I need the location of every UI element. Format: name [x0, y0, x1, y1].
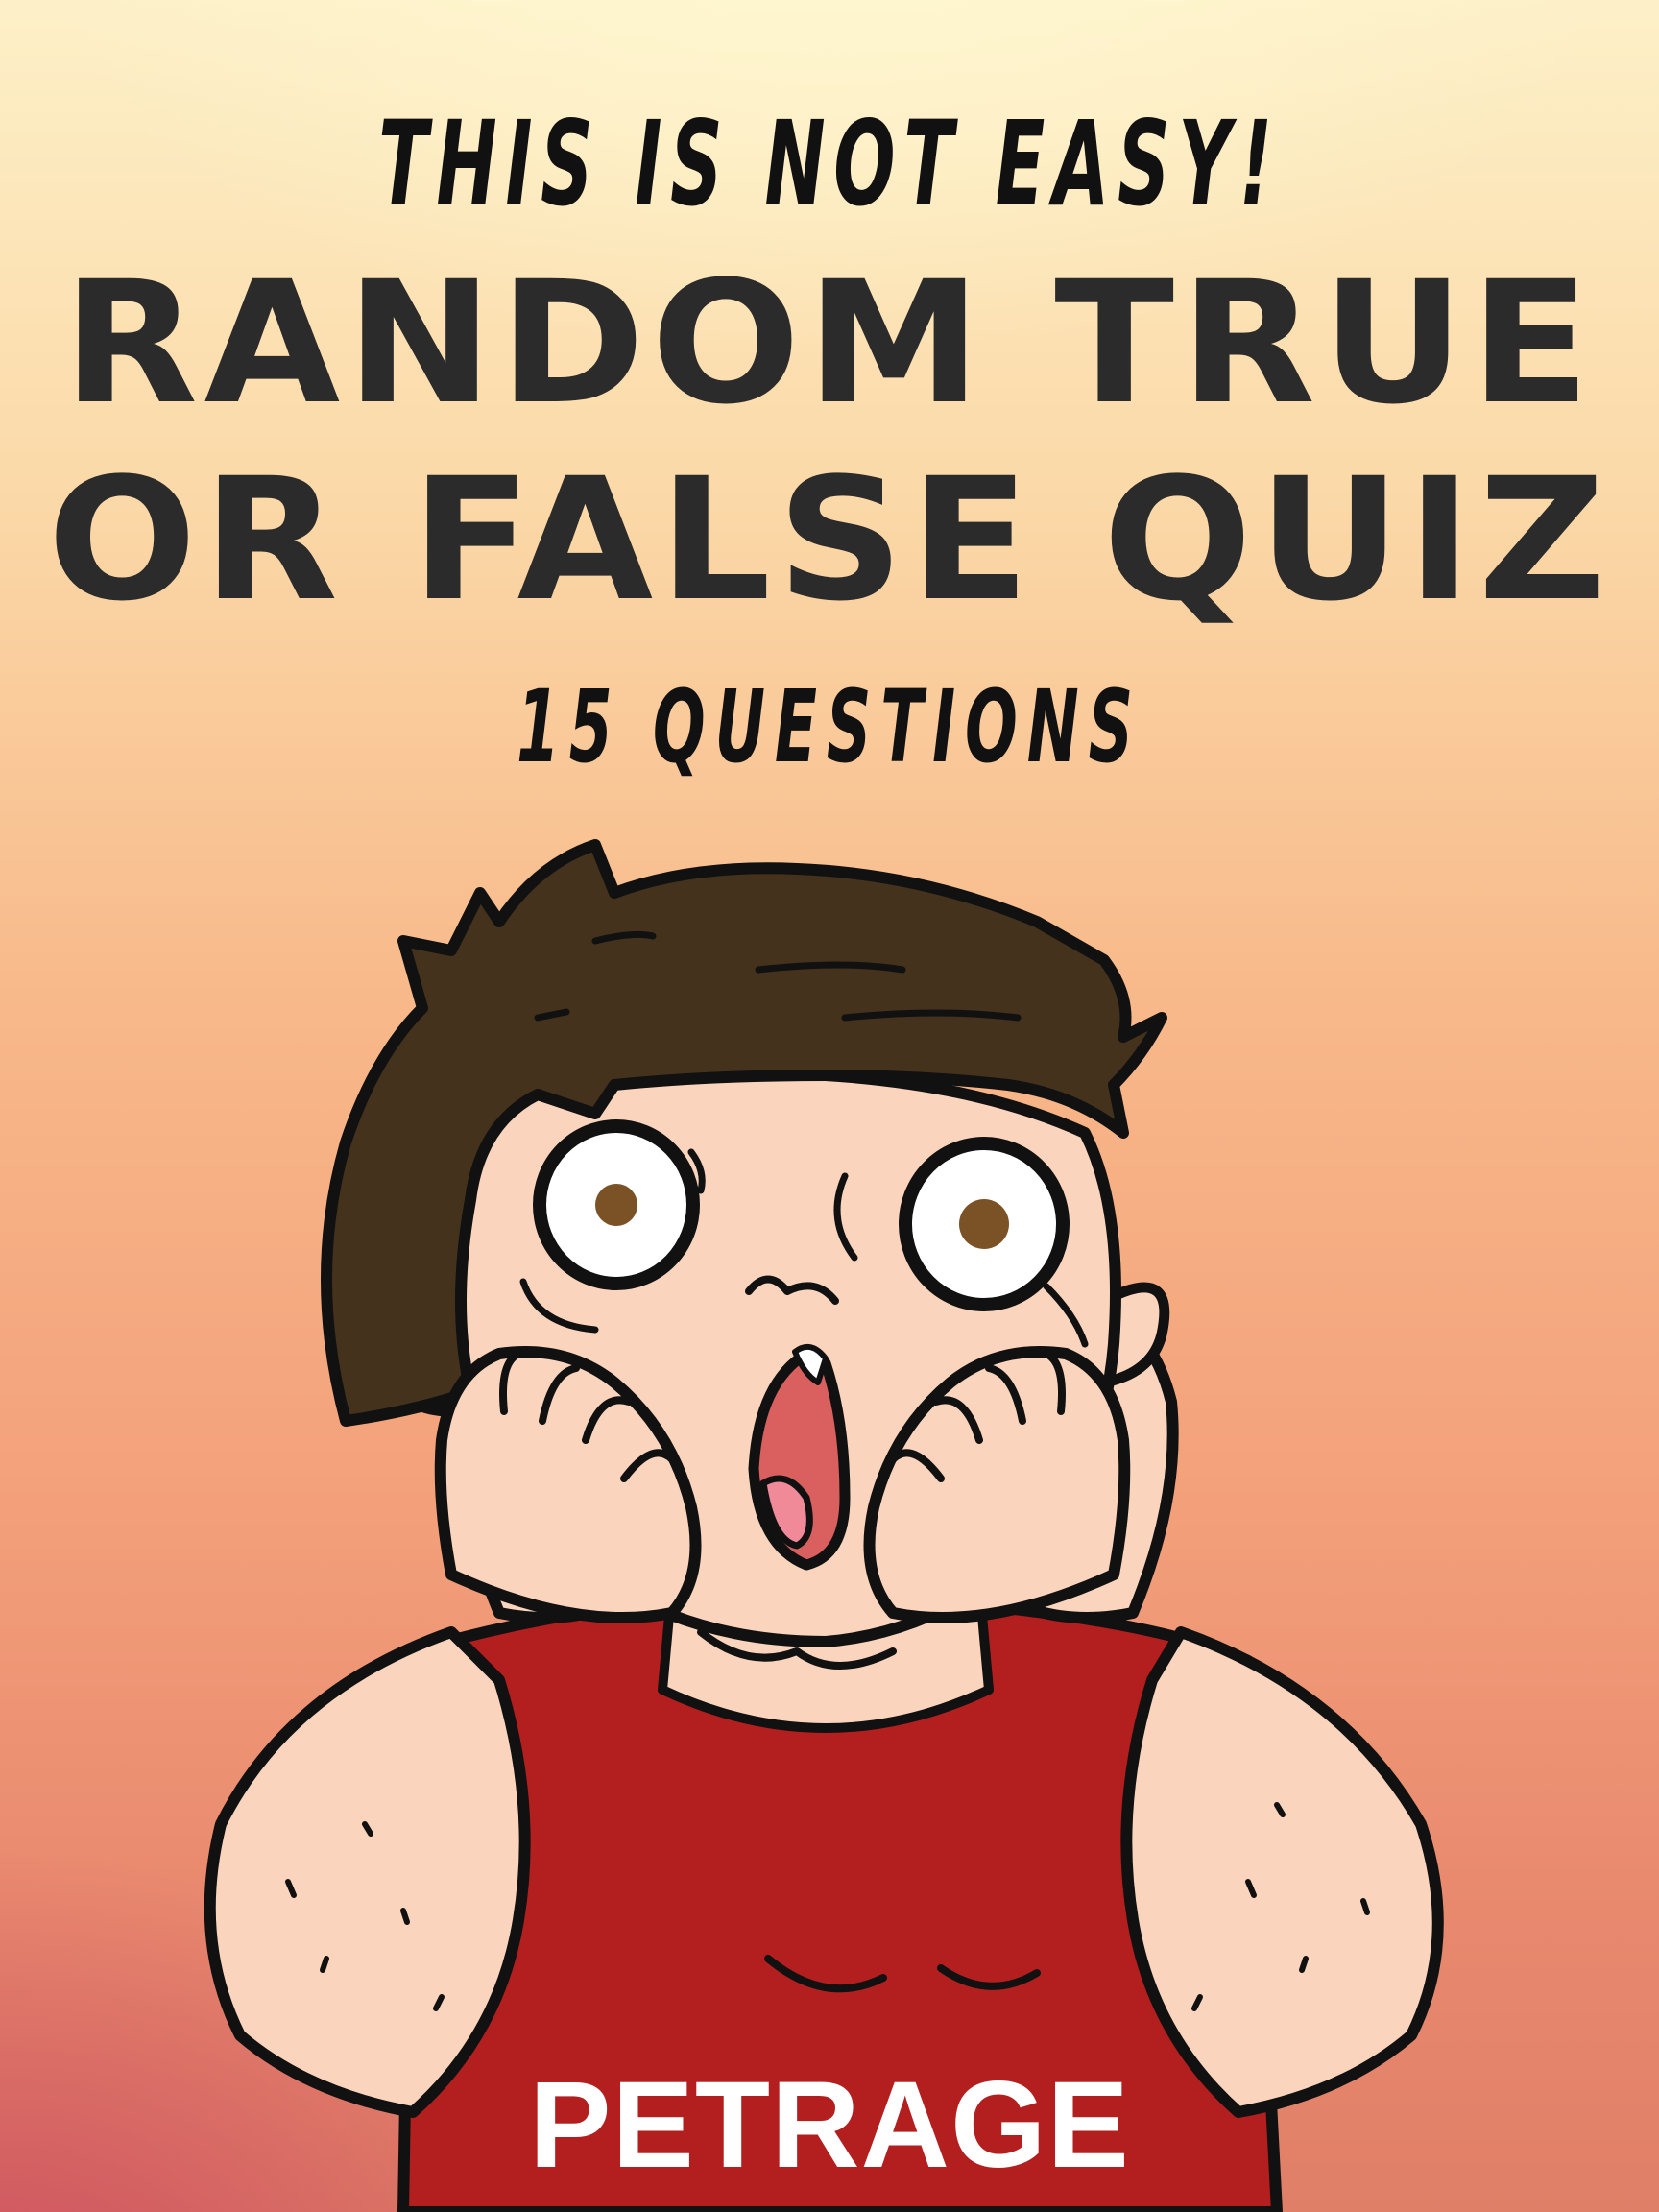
right-arm	[1120, 1626, 1444, 2118]
book-cover: THIS IS NOT EASY! RANDOM TRUE OR FALSE Q…	[0, 0, 1659, 2212]
left-arm	[204, 1626, 531, 2118]
left-iris	[595, 1184, 637, 1226]
author-name: PETRAGE	[529, 2056, 1130, 2194]
right-iris	[959, 1199, 1009, 1249]
shocked-man-illustration	[204, 839, 1444, 2212]
